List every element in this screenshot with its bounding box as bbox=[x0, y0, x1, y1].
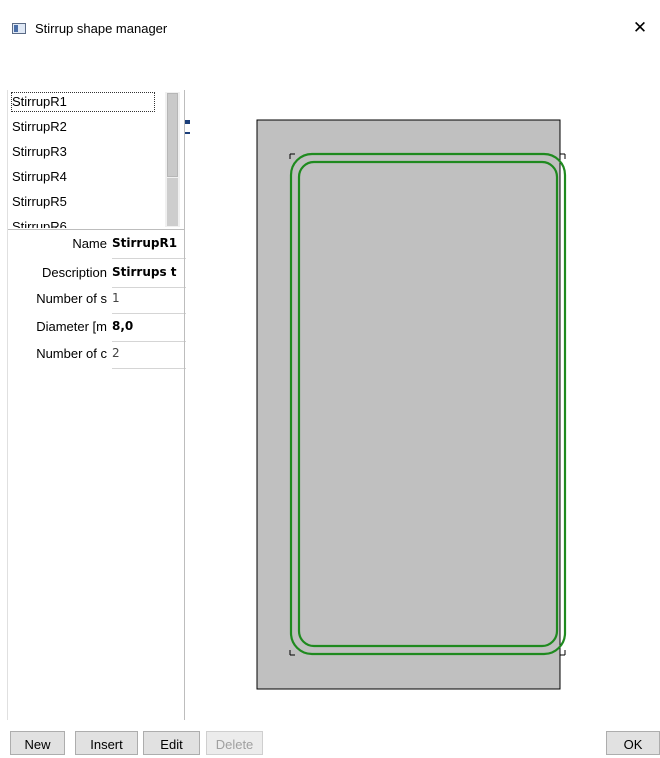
property-row-diameter: Diameter [m 8,0 bbox=[8, 313, 186, 342]
list-scrollbar-thumb[interactable] bbox=[167, 93, 178, 177]
property-label: Diameter [m bbox=[36, 319, 107, 334]
property-label: Number of s bbox=[36, 291, 107, 306]
property-label: Name bbox=[72, 236, 107, 251]
property-row-name: Name StirrupR1 bbox=[8, 230, 186, 259]
new-button[interactable]: New bbox=[10, 731, 65, 755]
delete-button[interactable]: Delete bbox=[206, 731, 263, 755]
property-value-diameter[interactable]: 8,0 bbox=[112, 319, 186, 333]
property-value-description[interactable]: Stirrups t bbox=[112, 265, 186, 279]
list-item[interactable]: StirrupR6 bbox=[12, 217, 67, 228]
property-row-number-of-c: Number of c 2 bbox=[8, 340, 186, 369]
list-item[interactable]: StirrupR3 bbox=[12, 142, 67, 162]
property-label: Description bbox=[41, 265, 107, 280]
stirrup-list[interactable]: StirrupR1 StirrupR2 StirrupR3 StirrupR4 … bbox=[8, 90, 184, 228]
toolbar bbox=[0, 56, 660, 134]
property-underline bbox=[112, 368, 186, 369]
property-value-name[interactable]: StirrupR1 bbox=[112, 236, 186, 250]
corner-mark bbox=[560, 650, 566, 656]
property-row-number-of-stirrups: Number of s 1 bbox=[8, 285, 186, 314]
ok-button[interactable]: OK bbox=[606, 731, 660, 755]
corner-mark bbox=[560, 153, 566, 159]
title-bar: Stirrup shape manager ✕ bbox=[0, 0, 660, 56]
list-scrollbar-track-lower[interactable] bbox=[167, 178, 178, 226]
property-value-number-of-stirrups[interactable]: 1 bbox=[112, 291, 186, 305]
window-title: Stirrup shape manager bbox=[35, 21, 168, 36]
edit-button[interactable]: Edit bbox=[143, 731, 200, 755]
shape-preview-canvas[interactable] bbox=[190, 90, 655, 720]
list-item[interactable]: StirrupR4 bbox=[12, 167, 67, 187]
insert-button[interactable]: Insert bbox=[75, 731, 138, 755]
panel-splitter[interactable] bbox=[184, 90, 185, 720]
list-item[interactable]: StirrupR5 bbox=[12, 192, 67, 212]
stirrup-shape-drawing bbox=[256, 119, 567, 690]
list-item[interactable]: StirrupR2 bbox=[12, 117, 67, 137]
close-icon[interactable]: ✕ bbox=[630, 18, 650, 38]
property-label: Number of c bbox=[36, 346, 107, 361]
cross-section-outline bbox=[256, 119, 561, 690]
property-value-number-of-c[interactable]: 2 bbox=[112, 346, 186, 360]
app-window-icon bbox=[12, 23, 26, 34]
list-item-selected[interactable]: StirrupR1 bbox=[11, 92, 155, 112]
property-row-description: Description Stirrups t bbox=[8, 259, 186, 288]
